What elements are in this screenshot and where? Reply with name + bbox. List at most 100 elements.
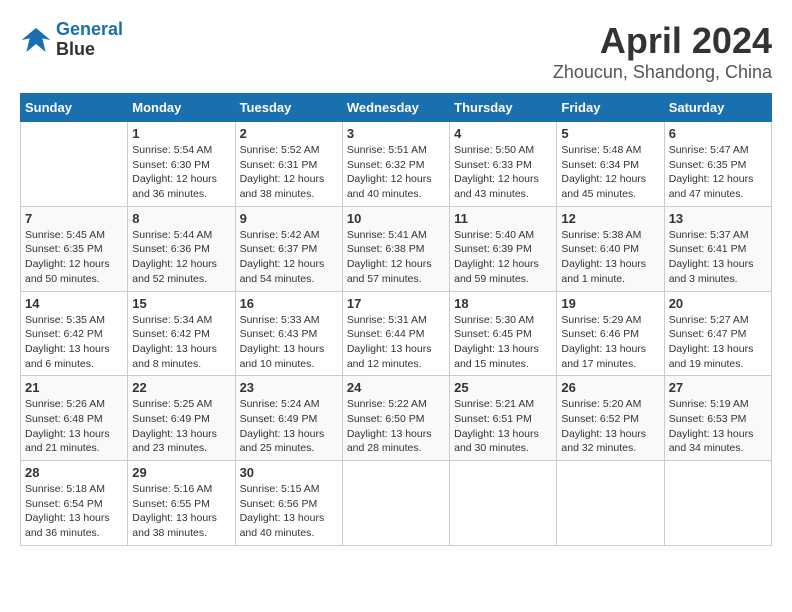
weekday-header: Tuesday — [235, 94, 342, 122]
day-info: Sunrise: 5:52 AMSunset: 6:31 PMDaylight:… — [240, 143, 338, 202]
day-info: Sunrise: 5:54 AMSunset: 6:30 PMDaylight:… — [132, 143, 230, 202]
day-info: Sunrise: 5:48 AMSunset: 6:34 PMDaylight:… — [561, 143, 659, 202]
calendar-cell: 26 Sunrise: 5:20 AMSunset: 6:52 PMDayligh… — [557, 376, 664, 461]
day-number: 21 — [25, 380, 123, 395]
day-info: Sunrise: 5:35 AMSunset: 6:42 PMDaylight:… — [25, 313, 123, 372]
calendar-cell: 6Sunrise: 5:47 AMSunset: 6:35 PMDaylight… — [664, 122, 771, 207]
calendar-cell: 28 Sunrise: 5:18 AMSunset: 6:54 PMDayligh… — [21, 461, 128, 546]
day-info: Sunrise: 5:50 AMSunset: 6:33 PMDaylight:… — [454, 143, 552, 202]
calendar-cell: 15 Sunrise: 5:34 AMSunset: 6:42 PMDayligh… — [128, 291, 235, 376]
day-info: Sunrise: 5:25 AMSunset: 6:49 PMDaylight:… — [132, 397, 230, 456]
calendar-cell: 22 Sunrise: 5:25 AMSunset: 6:49 PMDayligh… — [128, 376, 235, 461]
day-info: Sunrise: 5:24 AMSunset: 6:49 PMDaylight:… — [240, 397, 338, 456]
calendar-cell: 8 Sunrise: 5:44 AMSunset: 6:36 PMDaylight… — [128, 206, 235, 291]
day-number: 13 — [669, 211, 767, 226]
weekday-header: Sunday — [21, 94, 128, 122]
day-info: Sunrise: 5:27 AMSunset: 6:47 PMDaylight:… — [669, 313, 767, 372]
day-number: 16 — [240, 296, 338, 311]
logo-line1: General — [56, 19, 123, 39]
day-info: Sunrise: 5:18 AMSunset: 6:54 PMDaylight:… — [25, 482, 123, 541]
day-number: 22 — [132, 380, 230, 395]
calendar-cell: 7Sunrise: 5:45 AMSunset: 6:35 PMDaylight… — [21, 206, 128, 291]
day-number: 14 — [25, 296, 123, 311]
calendar-cell: 14 Sunrise: 5:35 AMSunset: 6:42 PMDayligh… — [21, 291, 128, 376]
header: General Blue April 2024 Zhoucun, Shandon… — [20, 20, 772, 83]
calendar-cell: 27 Sunrise: 5:19 AMSunset: 6:53 PMDayligh… — [664, 376, 771, 461]
day-number: 2 — [240, 126, 338, 141]
day-number: 24 — [347, 380, 445, 395]
calendar-cell: 18 Sunrise: 5:30 AMSunset: 6:45 PMDayligh… — [450, 291, 557, 376]
calendar-cell: 5Sunrise: 5:48 AMSunset: 6:34 PMDaylight… — [557, 122, 664, 207]
day-info: Sunrise: 5:47 AMSunset: 6:35 PMDaylight:… — [669, 143, 767, 202]
day-info: Sunrise: 5:42 AMSunset: 6:37 PMDaylight:… — [240, 228, 338, 287]
header-row: SundayMondayTuesdayWednesdayThursdayFrid… — [21, 94, 772, 122]
day-info: Sunrise: 5:20 AMSunset: 6:52 PMDaylight:… — [561, 397, 659, 456]
day-number: 27 — [669, 380, 767, 395]
calendar-cell: 24 Sunrise: 5:22 AMSunset: 6:50 PMDayligh… — [342, 376, 449, 461]
day-info: Sunrise: 5:22 AMSunset: 6:50 PMDaylight:… — [347, 397, 445, 456]
weekday-header: Friday — [557, 94, 664, 122]
day-number: 26 — [561, 380, 659, 395]
day-number: 7 — [25, 211, 123, 226]
calendar-cell: 30 Sunrise: 5:15 AMSunset: 6:56 PMDayligh… — [235, 461, 342, 546]
day-number: 28 — [25, 465, 123, 480]
logo-line2: Blue — [56, 39, 95, 59]
day-number: 25 — [454, 380, 552, 395]
calendar-cell — [342, 461, 449, 546]
logo-text: General Blue — [56, 20, 123, 60]
calendar-week: 1 Sunrise: 5:54 AMSunset: 6:30 PMDaylight… — [21, 122, 772, 207]
day-number: 20 — [669, 296, 767, 311]
calendar-week: 21Sunrise: 5:26 AMSunset: 6:48 PMDayligh… — [21, 376, 772, 461]
day-info: Sunrise: 5:16 AMSunset: 6:55 PMDaylight:… — [132, 482, 230, 541]
day-number: 4 — [454, 126, 552, 141]
logo: General Blue — [20, 20, 123, 60]
day-number: 30 — [240, 465, 338, 480]
calendar-cell: 2 Sunrise: 5:52 AMSunset: 6:31 PMDaylight… — [235, 122, 342, 207]
calendar-cell — [450, 461, 557, 546]
weekday-header: Wednesday — [342, 94, 449, 122]
day-info: Sunrise: 5:30 AMSunset: 6:45 PMDaylight:… — [454, 313, 552, 372]
calendar-cell — [21, 122, 128, 207]
day-number: 23 — [240, 380, 338, 395]
day-info: Sunrise: 5:19 AMSunset: 6:53 PMDaylight:… — [669, 397, 767, 456]
calendar-week: 7Sunrise: 5:45 AMSunset: 6:35 PMDaylight… — [21, 206, 772, 291]
day-number: 1 — [132, 126, 230, 141]
calendar-cell: 23 Sunrise: 5:24 AMSunset: 6:49 PMDayligh… — [235, 376, 342, 461]
day-number: 18 — [454, 296, 552, 311]
day-number: 12 — [561, 211, 659, 226]
day-info: Sunrise: 5:44 AMSunset: 6:36 PMDaylight:… — [132, 228, 230, 287]
location-title: Zhoucun, Shandong, China — [553, 62, 772, 83]
day-number: 10 — [347, 211, 445, 226]
weekday-header: Saturday — [664, 94, 771, 122]
month-title: April 2024 — [553, 20, 772, 62]
calendar-cell: 3Sunrise: 5:51 AMSunset: 6:32 PMDaylight… — [342, 122, 449, 207]
day-number: 15 — [132, 296, 230, 311]
title-area: April 2024 Zhoucun, Shandong, China — [553, 20, 772, 83]
calendar-cell: 19Sunrise: 5:29 AMSunset: 6:46 PMDayligh… — [557, 291, 664, 376]
calendar-cell: 1 Sunrise: 5:54 AMSunset: 6:30 PMDaylight… — [128, 122, 235, 207]
calendar-cell: 21Sunrise: 5:26 AMSunset: 6:48 PMDayligh… — [21, 376, 128, 461]
day-info: Sunrise: 5:41 AMSunset: 6:38 PMDaylight:… — [347, 228, 445, 287]
calendar-cell: 4 Sunrise: 5:50 AMSunset: 6:33 PMDaylight… — [450, 122, 557, 207]
calendar-cell: 17Sunrise: 5:31 AMSunset: 6:44 PMDayligh… — [342, 291, 449, 376]
day-info: Sunrise: 5:21 AMSunset: 6:51 PMDaylight:… — [454, 397, 552, 456]
calendar-week: 28 Sunrise: 5:18 AMSunset: 6:54 PMDayligh… — [21, 461, 772, 546]
day-info: Sunrise: 5:40 AMSunset: 6:39 PMDaylight:… — [454, 228, 552, 287]
day-info: Sunrise: 5:34 AMSunset: 6:42 PMDaylight:… — [132, 313, 230, 372]
calendar-table: SundayMondayTuesdayWednesdayThursdayFrid… — [20, 93, 772, 546]
day-number: 9 — [240, 211, 338, 226]
calendar-cell: 11 Sunrise: 5:40 AMSunset: 6:39 PMDayligh… — [450, 206, 557, 291]
calendar-week: 14 Sunrise: 5:35 AMSunset: 6:42 PMDayligh… — [21, 291, 772, 376]
day-number: 11 — [454, 211, 552, 226]
calendar-cell — [664, 461, 771, 546]
day-info: Sunrise: 5:29 AMSunset: 6:46 PMDaylight:… — [561, 313, 659, 372]
weekday-header: Monday — [128, 94, 235, 122]
day-number: 3 — [347, 126, 445, 141]
day-number: 8 — [132, 211, 230, 226]
weekday-header: Thursday — [450, 94, 557, 122]
day-info: Sunrise: 5:37 AMSunset: 6:41 PMDaylight:… — [669, 228, 767, 287]
logo-icon — [20, 24, 52, 56]
day-info: Sunrise: 5:15 AMSunset: 6:56 PMDaylight:… — [240, 482, 338, 541]
day-info: Sunrise: 5:38 AMSunset: 6:40 PMDaylight:… — [561, 228, 659, 287]
calendar-cell: 10 Sunrise: 5:41 AMSunset: 6:38 PMDayligh… — [342, 206, 449, 291]
